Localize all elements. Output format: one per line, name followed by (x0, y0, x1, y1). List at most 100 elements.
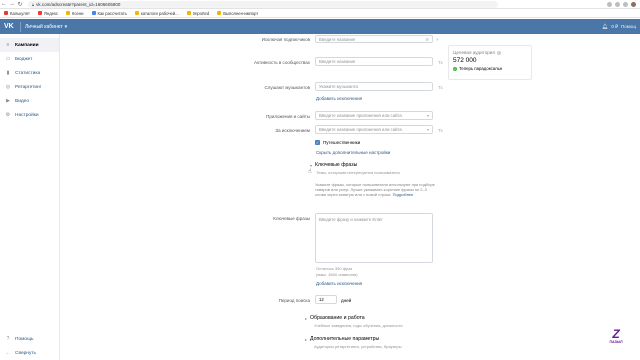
folder-icon (134, 11, 139, 15)
add-keyword-exclusions-link[interactable]: Добавить исключения (316, 281, 362, 286)
sidebar-item-campaigns[interactable]: ≡ Кампании (0, 38, 59, 52)
exclude-subscribers-label: Исключая подписчиков (261, 37, 310, 42)
sidebar-item-budget[interactable]: ▭ Бюджет (0, 52, 59, 66)
cabinet-label: Личный кабинет (25, 23, 63, 30)
sidebar-item-settings[interactable]: ⚙ Настройки (0, 108, 59, 122)
header-right: 🔔︎ 0 ₽ Помощ (602, 24, 640, 30)
sidebar-item-label: Ретаргетинг (15, 84, 42, 90)
keywords-label: Ключевые фразы (273, 216, 310, 221)
keywords-chars: (макс. 4500 символов) (316, 272, 358, 277)
cursor-icon: ☝ (308, 169, 312, 175)
bookmark-item[interactable]: Выполнен-импорт (217, 11, 258, 16)
community-activity-input[interactable]: Введите название (315, 57, 433, 66)
collapse-icon: ← (5, 350, 11, 356)
text-suffix[interactable]: Тх (438, 60, 443, 65)
music-listeners-input[interactable]: Укажите музыканта (315, 82, 433, 91)
except-select[interactable]: Введите название приложения или сайта ▾ (315, 125, 433, 134)
more-link[interactable]: Подробнее (393, 192, 414, 197)
bookmark-item[interactable]: Imported (186, 11, 209, 16)
help-link[interactable]: Помощ (621, 24, 636, 29)
chevron-down-icon: ▾ (426, 113, 429, 118)
sidebar-item-video[interactable]: ▶ Видео (0, 94, 59, 108)
bookmark-item[interactable]: Яндекс (37, 11, 58, 16)
sidebar-item-label: Статистика (15, 70, 41, 76)
period-unit: дней (341, 298, 352, 303)
community-activity-label: Активность в сообществах (254, 60, 310, 65)
balance-value[interactable]: 0 ₽ (611, 24, 618, 30)
watermark-text: ПАЗЫЛ (609, 340, 623, 344)
info-icon[interactable]: i (496, 50, 501, 55)
watermark-logo: Z ПАЗЫЛ (605, 328, 627, 348)
extension-icon[interactable] (623, 1, 628, 7)
chevron-down-icon: ▾ (426, 127, 429, 132)
travelers-checkbox[interactable]: ✓ Путешественники (315, 140, 360, 145)
lock-icon: 🔒︎ (32, 1, 35, 7)
period-input[interactable]: 12 (315, 295, 337, 304)
main-content: Исключая подписчиков Введите название ⚙ … (60, 34, 640, 360)
keywords-remaining: Осталось 350 фраз (316, 266, 353, 271)
period-label: Период поиска (278, 298, 310, 303)
exclude-subscribers-input[interactable]: Введите название ⚙ (315, 35, 433, 43)
bookmark-favicon-icon (91, 11, 96, 15)
target-icon: ◎ (5, 84, 11, 90)
apps-sites-label: Приложения и сайты (266, 114, 310, 119)
cabinet-selector[interactable]: Личный кабинет ▾ (25, 24, 67, 30)
watermark-letter: Z (612, 327, 620, 341)
sidebar-item-help[interactable]: ? Помощь (0, 332, 60, 346)
bookmark-item[interactable]: Ксени (66, 11, 84, 16)
check-circle-icon: ✓ (453, 66, 457, 71)
forward-icon[interactable]: → (8, 0, 16, 8)
folder-icon (217, 11, 222, 15)
add-exclusions-link[interactable]: Добавить исключения (316, 96, 362, 101)
clear-icon[interactable]: × (436, 37, 439, 42)
vk-logo[interactable]: VK (4, 23, 16, 30)
apps-sites-select[interactable]: Введите название приложения или сайта ▾ (315, 111, 433, 120)
chevron-down-icon: ▾ (64, 23, 68, 30)
education-section-header[interactable]: ▸ Образование и работа (305, 315, 365, 321)
sidebar-item-label: Бюджет (15, 56, 33, 62)
keywords-section-subtitle: Темы, которыми интересуются пользователи (316, 170, 400, 175)
text-suffix[interactable]: Тх (438, 128, 443, 133)
sidebar-item-label: Помощь (15, 336, 34, 342)
audience-count: 572 000 (453, 57, 477, 64)
bell-icon[interactable]: 🔔︎ (602, 24, 608, 30)
keywords-section-header[interactable]: ▾ Ключевые фразы (310, 162, 357, 168)
extra-subtitle: Аудитории ретаргетинга, устройства, брау… (314, 344, 402, 349)
chevron-down-icon: ▾ (310, 162, 313, 168)
extra-section-header[interactable]: ▸ Дополнительные параметры (305, 336, 379, 342)
list-icon: ≡ (6, 42, 10, 48)
sidebar-item-retargeting[interactable]: ◎ Ретаргетинг (0, 80, 59, 94)
text-suffix[interactable]: Тх (438, 85, 443, 90)
gear-icon: ⚙ (5, 112, 11, 118)
bookmark-item[interactable]: Калькулят (4, 11, 30, 16)
keywords-textarea[interactable]: Введите фразу и нажмите Enter (315, 213, 433, 263)
folder-icon (186, 11, 191, 15)
extension-icon[interactable] (615, 1, 620, 7)
wallet-icon: ▭ (5, 56, 11, 62)
header-divider (20, 21, 21, 32)
education-subtitle: Учебные заведения, годы обучения, должно… (314, 323, 403, 328)
bookmark-favicon-icon (4, 11, 8, 15)
bookmark-item[interactable]: каталоги рабочей... (134, 11, 179, 16)
music-listeners-label: Слушают музыкантов (264, 85, 310, 90)
chevron-right-icon: ▸ (305, 336, 308, 342)
profile-avatar[interactable] (631, 1, 636, 7)
extension-icon[interactable] (607, 1, 612, 7)
bookmark-favicon-icon (37, 11, 42, 15)
browser-toolbar: ← → ↻ 🔒︎ vk.com/adscreate?parent_id=1606… (0, 0, 640, 9)
chevron-right-icon: ▸ (305, 315, 308, 321)
back-icon[interactable]: ← (0, 0, 8, 8)
audience-title: Целевая аудитория i (453, 50, 501, 55)
sidebar-item-label: Настройки (15, 112, 39, 118)
sidebar-item-statistics[interactable]: ▮ Статистика (0, 66, 59, 80)
help-icon: ? (6, 336, 10, 342)
hide-settings-link[interactable]: Скрыть дополнительные настройки (316, 150, 390, 155)
bookmark-item[interactable]: Как рассчитать (91, 11, 127, 16)
sidebar-item-label: Кампании (15, 42, 39, 48)
url-text: vk.com/adscreate?parent_id=1606605800 (36, 1, 121, 7)
address-bar[interactable]: 🔒︎ vk.com/adscreate?parent_id=1606605800 (28, 0, 498, 8)
except-label: За исключением (275, 128, 310, 133)
reload-icon[interactable]: ↻ (16, 0, 24, 8)
sidebar-item-collapse[interactable]: ← Свернуть (0, 346, 60, 360)
gear-icon[interactable]: ⚙ (425, 37, 429, 42)
